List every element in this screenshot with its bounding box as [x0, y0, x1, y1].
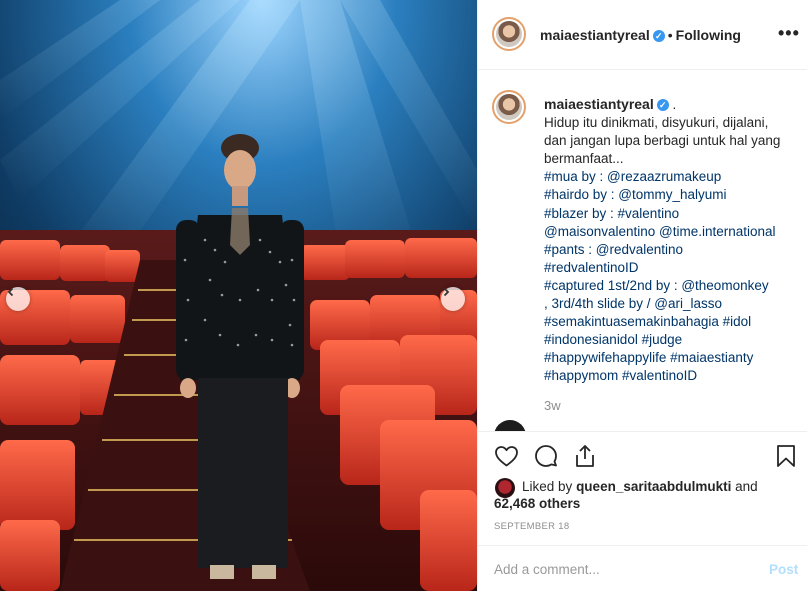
chevron-right-icon: [443, 287, 450, 297]
liker-username[interactable]: queen_sarita​abdulmukti: [576, 479, 731, 494]
chevron-left-icon: [7, 287, 14, 297]
caption-line[interactable]: #semakintuasemakinbahagia #idol: [544, 313, 794, 331]
comments-section[interactable]: maiaestiantyreal ✓ . Hidup itu dinikmati,…: [478, 71, 807, 431]
verified-badge-icon: ✓: [656, 99, 669, 112]
post-comment-button[interactable]: Post: [769, 562, 798, 577]
caption-line[interactable]: #happymom #valentinoID: [544, 367, 794, 385]
caption-line[interactable]: , 3rd/4th slide by / @ari_lasso: [544, 295, 794, 313]
caption-text: Hidup itu dinikmati, disyukuri, dijalani…: [544, 115, 781, 167]
liked-by-prefix: Liked by: [522, 479, 573, 494]
caption-line[interactable]: #indonesianidol #judge: [544, 331, 794, 349]
post-sidebar: maiaestiantyreal ✓ • Following ••• maiaesti…: [477, 0, 807, 591]
separator-dot: •: [667, 27, 673, 43]
caption: maiaestiantyreal ✓ . Hidup itu dinikmati,…: [544, 95, 794, 386]
caption-line[interactable]: #redvalentinoID: [544, 259, 794, 277]
post-photo[interactable]: [0, 0, 477, 591]
action-bar: [478, 431, 807, 479]
likes-count[interactable]: 62,468 others: [494, 496, 580, 511]
following-button[interactable]: Following: [676, 27, 741, 43]
caption-line[interactable]: #happywifehappylife #maiaestianty: [544, 349, 794, 367]
likes-conjunction: and: [735, 479, 758, 494]
comment-icon[interactable]: [534, 444, 558, 468]
comment-input[interactable]: [494, 559, 744, 579]
commenter-avatar[interactable]: [494, 420, 526, 431]
author-avatar[interactable]: [492, 17, 526, 51]
caption-age[interactable]: 3w: [544, 398, 561, 413]
post-date[interactable]: SEPTEMBER 18: [494, 521, 569, 532]
caption-line[interactable]: #hairdo by : @tommy_halyumi: [544, 186, 794, 204]
author-username[interactable]: maiaestiantyreal: [540, 27, 650, 43]
post-header: maiaestiantyreal ✓ • Following •••: [478, 0, 807, 70]
liker-avatar[interactable]: [495, 478, 515, 498]
caption-line[interactable]: #captured 1st/2nd by : @theomonkey: [544, 277, 794, 295]
stage-photo-illustration: [0, 0, 477, 591]
caption-line[interactable]: #mua by : @rezaazrumakeup: [544, 168, 794, 186]
caption-dot: .: [672, 97, 677, 112]
caption-line[interactable]: #pants : @redvalentino: [544, 241, 794, 259]
heart-icon[interactable]: [494, 444, 519, 468]
next-slide-button[interactable]: [441, 287, 465, 311]
caption-username[interactable]: maiaestiantyreal: [544, 96, 654, 112]
bookmark-icon[interactable]: [776, 444, 796, 468]
share-icon[interactable]: [573, 444, 597, 468]
verified-badge-icon: ✓: [652, 29, 665, 42]
caption-line[interactable]: #blazer by : #valentino: [544, 205, 794, 223]
likes-line: Liked by queen_sarita​abdulmukti and: [522, 479, 758, 494]
add-comment-bar: Post: [478, 545, 807, 591]
caption-line[interactable]: @maisonvalentino @time.international: [544, 223, 794, 241]
more-options-icon[interactable]: •••: [778, 24, 800, 42]
previous-slide-button[interactable]: [6, 287, 30, 311]
caption-avatar[interactable]: [492, 90, 526, 124]
